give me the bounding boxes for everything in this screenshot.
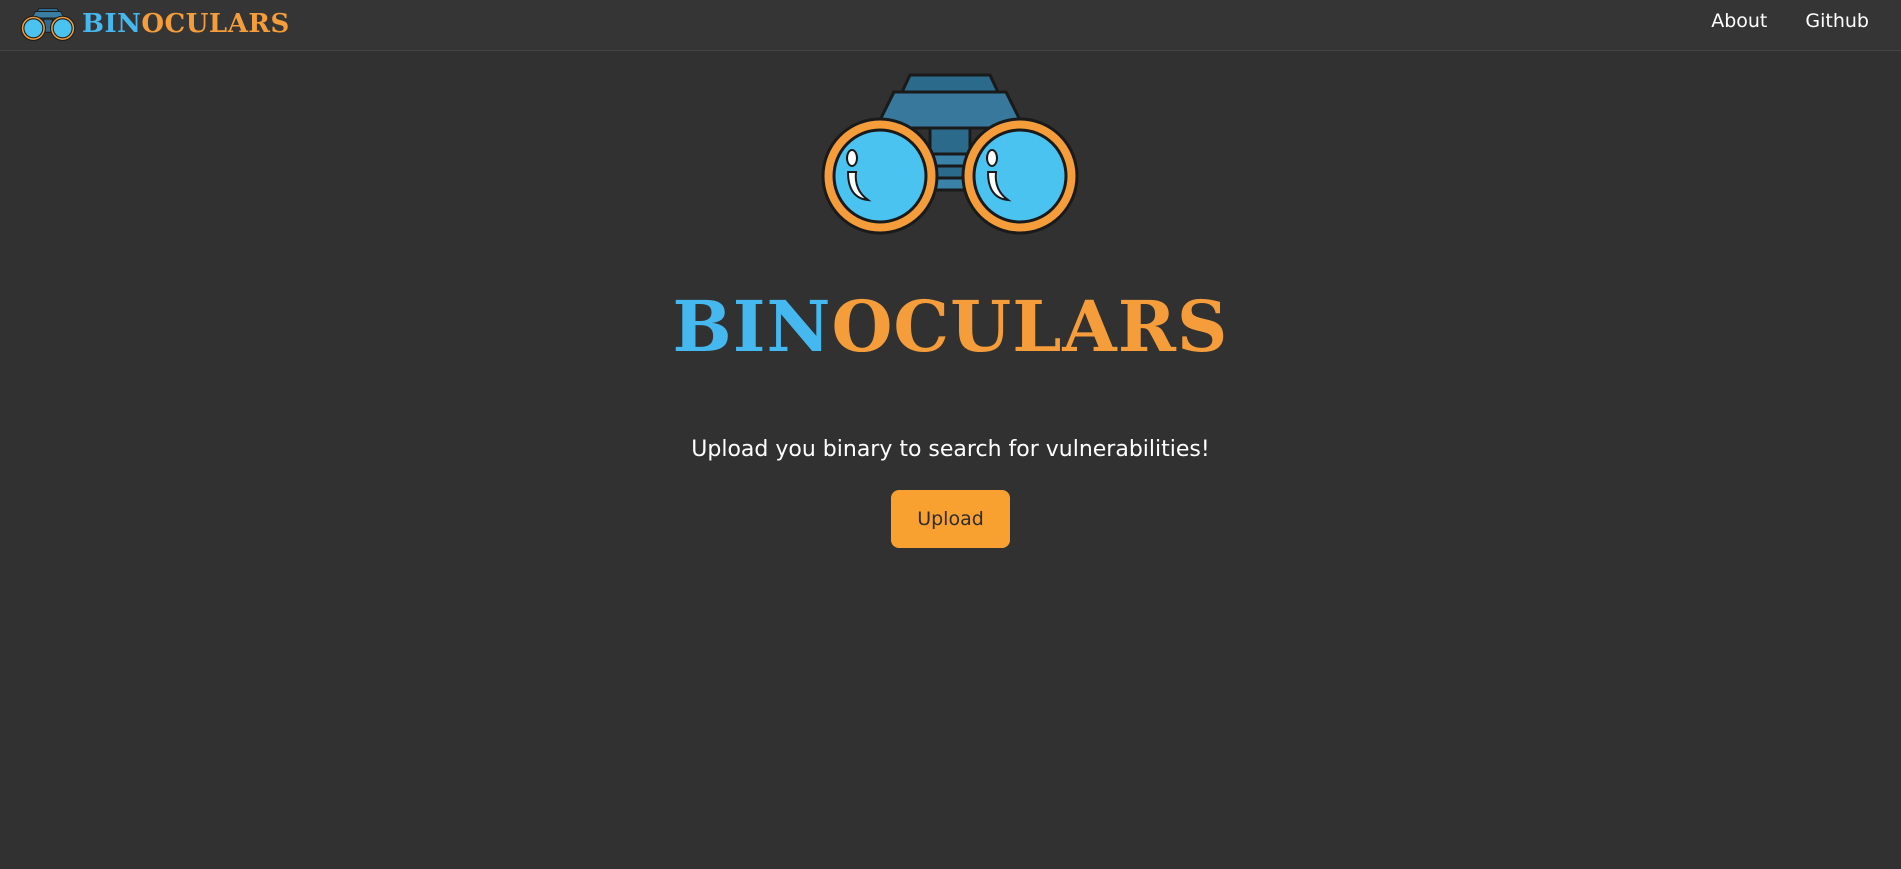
hero-title-part1: BIN xyxy=(672,285,832,368)
brand-name-part2: OCULARS xyxy=(141,9,290,39)
brand-name: BINOCULARS xyxy=(82,11,290,37)
binoculars-icon xyxy=(20,8,76,41)
hero-title-part2: OCULARS xyxy=(831,285,1229,368)
nav-link-github[interactable]: Github xyxy=(1805,10,1869,32)
hero-title: BINOCULARS xyxy=(0,282,1901,372)
hero-logo xyxy=(818,72,1082,241)
hero-subtitle: Upload you binary to search for vulnerab… xyxy=(691,437,1210,462)
binoculars-icon xyxy=(821,73,1079,235)
brand-link[interactable]: BINOCULARS xyxy=(20,4,290,44)
nav-links: About Github xyxy=(1673,0,1869,42)
brand-name-part1: BIN xyxy=(82,9,142,39)
nav-link-about[interactable]: About xyxy=(1711,10,1767,32)
upload-button[interactable]: Upload xyxy=(891,490,1010,548)
navbar: BINOCULARS About Github xyxy=(0,0,1901,51)
